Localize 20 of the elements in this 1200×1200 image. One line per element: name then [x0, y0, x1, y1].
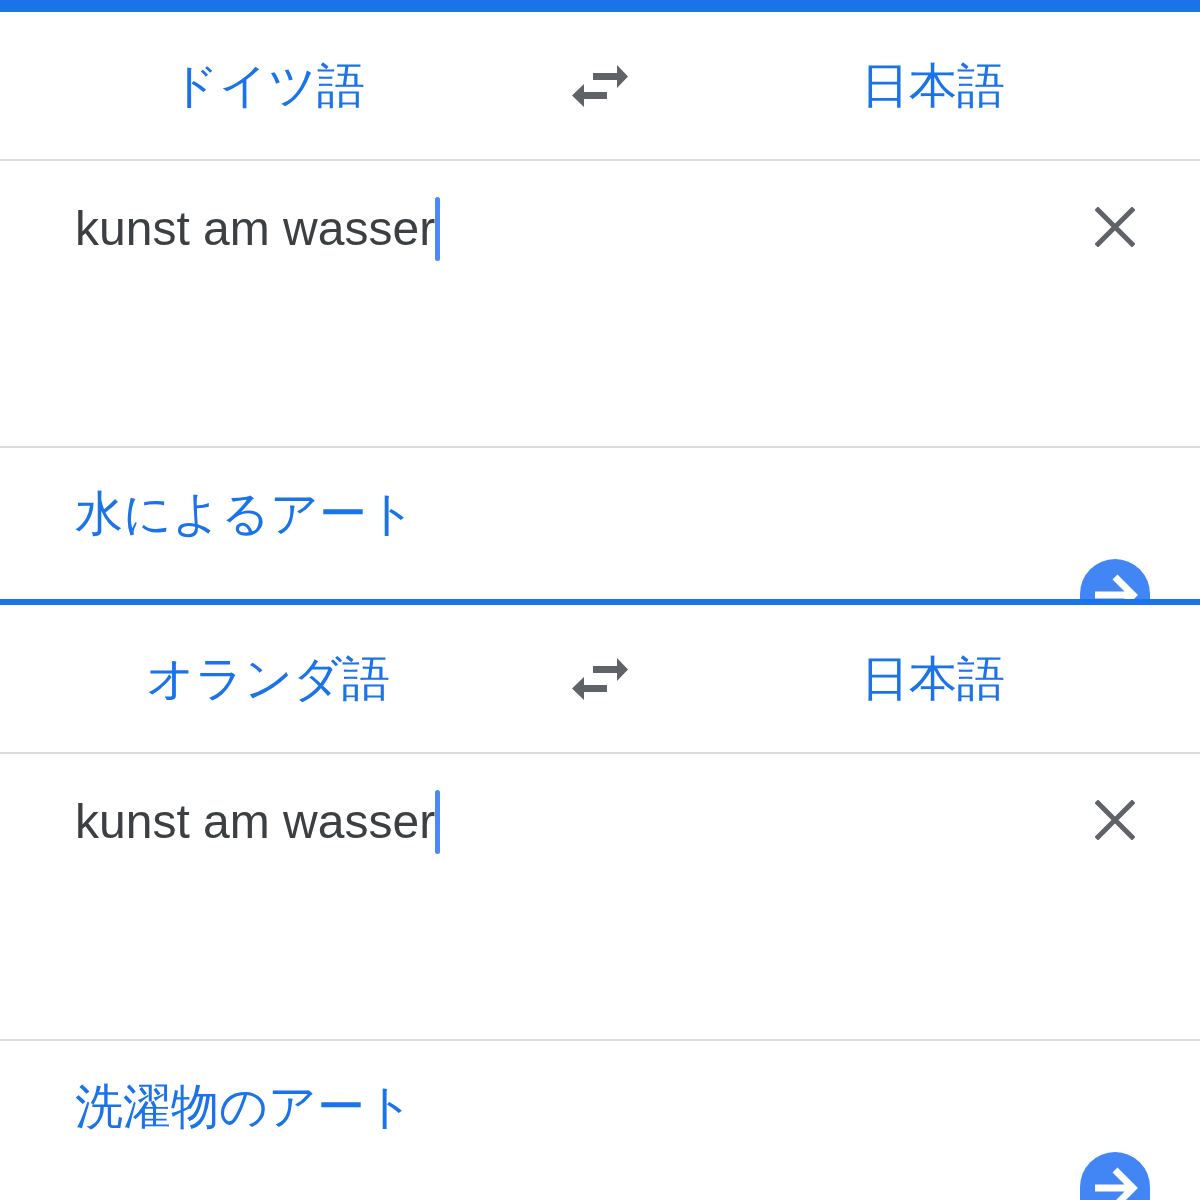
target-language-button[interactable]: 日本語: [860, 649, 1005, 708]
source-language-button[interactable]: ドイツ語: [170, 56, 365, 115]
swap-languages-button[interactable]: [572, 64, 628, 107]
input-field[interactable]: kunst am wasser: [75, 197, 441, 261]
arrow-icon: [1092, 1165, 1138, 1200]
swap-icon: [572, 64, 628, 107]
target-language-button[interactable]: 日本語: [860, 56, 1005, 115]
clear-button[interactable]: [1095, 800, 1135, 840]
swap-icon: [572, 657, 628, 700]
open-translation-button[interactable]: [1080, 1152, 1150, 1200]
translation-text: 洗濯物のアート: [75, 1081, 414, 1133]
arrow-icon: [1092, 572, 1138, 599]
swap-languages-button[interactable]: [572, 657, 628, 700]
close-icon: [1095, 800, 1135, 840]
translation-text: 水によるアート: [75, 488, 416, 540]
close-icon: [1095, 207, 1135, 247]
source-language-button[interactable]: オランダ語: [145, 649, 390, 708]
input-field[interactable]: kunst am wasser: [75, 790, 441, 854]
clear-button[interactable]: [1095, 207, 1135, 247]
open-translation-button[interactable]: [1080, 559, 1150, 599]
